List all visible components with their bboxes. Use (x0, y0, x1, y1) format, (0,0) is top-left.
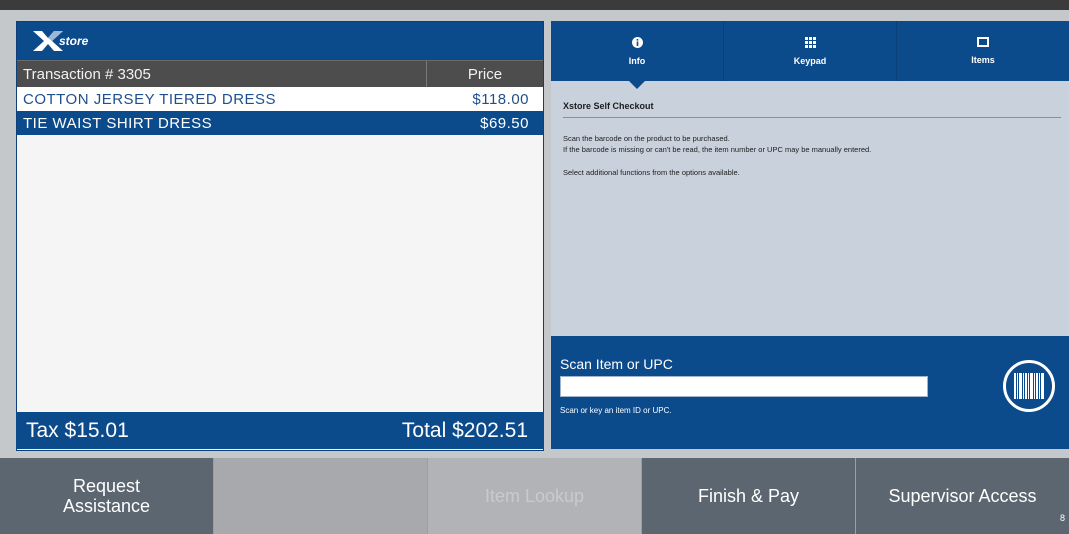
button-label: Item Lookup (484, 486, 585, 506)
scan-input[interactable] (560, 376, 928, 397)
totals-bar: Tax $15.01 Total $202.51 (16, 412, 544, 449)
tab-items[interactable]: Items (897, 21, 1069, 81)
item-price: $69.50 (480, 114, 529, 132)
item-name: COTTON JERSEY TIERED DRESS (23, 90, 277, 108)
transaction-grid-header: Transaction # 3305 Price (17, 60, 543, 87)
tab-label: Keypad (793, 55, 827, 66)
finish-pay-button[interactable]: Finish & Pay (642, 458, 856, 534)
tab-label: Items (971, 55, 995, 65)
xstore-logo: store (33, 31, 88, 51)
tab-bar: Info Keypad Items (551, 21, 1069, 89)
corner-tag: 8 (1059, 513, 1065, 523)
info-title: Xstore Self Checkout (563, 101, 1061, 118)
logo-text: store (59, 34, 89, 48)
price-column-header: Price (426, 61, 543, 87)
brand-header: store (17, 22, 543, 60)
scan-hint: Scan or key an item ID or UPC. (560, 406, 672, 415)
empty-button-slot (214, 458, 428, 534)
transaction-number: Transaction # 3305 (23, 65, 151, 83)
x-logo-icon (33, 31, 63, 51)
item-name: TIE WAIST SHIRT DRESS (23, 114, 213, 132)
button-label: Finish & Pay (697, 486, 800, 506)
items-icon (977, 37, 989, 49)
scan-label: Scan Item or UPC (560, 356, 673, 372)
tab-keypad[interactable]: Keypad (724, 21, 897, 81)
tax-amount: Tax $15.01 (26, 418, 129, 442)
info-panel: Info Keypad Items Xstore Self Checkout S… (551, 21, 1069, 449)
button-label: Supervisor Access (888, 486, 1037, 506)
barcode-icon (1014, 373, 1044, 399)
item-lookup-button[interactable]: Item Lookup (428, 458, 642, 534)
scan-area: Scan Item or UPC Scan or key an item ID … (551, 336, 1069, 449)
total-amount: Total $202.51 (401, 418, 528, 442)
barcode-scan-button[interactable] (1003, 360, 1055, 412)
top-bar (0, 0, 1069, 10)
info-line: Scan the barcode on the product to be pu… (563, 134, 730, 143)
info-line: Select additional functions from the opt… (563, 168, 740, 177)
list-item-selected[interactable]: TIE WAIST SHIRT DRESS $69.50 (17, 111, 543, 135)
info-line: If the barcode is missing or can't be re… (563, 145, 872, 154)
tab-info[interactable]: Info (551, 21, 724, 89)
transaction-panel: store Transaction # 3305 Price COTTON JE… (16, 21, 544, 451)
info-icon (631, 36, 643, 50)
pos-screen: store Transaction # 3305 Price COTTON JE… (0, 0, 1069, 534)
action-bar: Request Assistance Item Lookup Finish & … (0, 458, 1069, 534)
list-item[interactable]: COTTON JERSEY TIERED DRESS $118.00 (17, 87, 543, 111)
supervisor-access-button[interactable]: Supervisor Access 8 (856, 458, 1069, 534)
request-assistance-button[interactable]: Request Assistance (0, 458, 214, 534)
tab-label: Info (628, 55, 646, 66)
info-content: Xstore Self Checkout Scan the barcode on… (551, 81, 1069, 178)
button-label: Request Assistance (62, 476, 151, 516)
keypad-icon (804, 36, 816, 50)
item-price: $118.00 (472, 90, 529, 108)
